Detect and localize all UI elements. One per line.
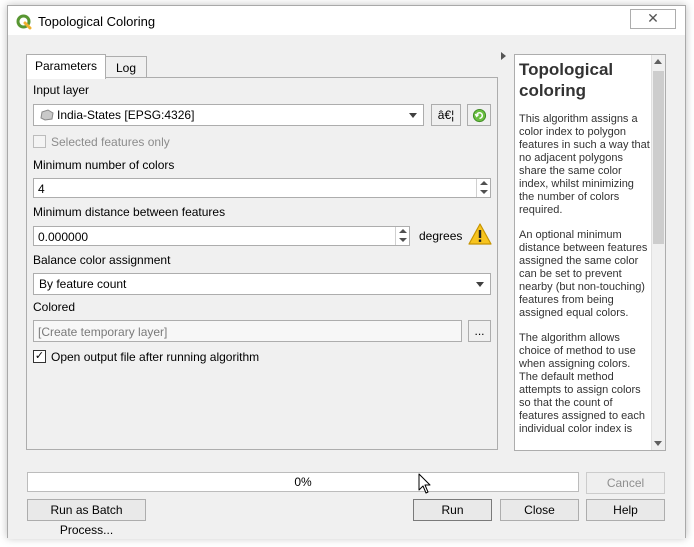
open-output-checkbox[interactable]: ✓ [33,350,46,363]
polygon-layer-icon [40,109,54,121]
title-bar[interactable]: Topological Coloring ✕ [8,6,685,35]
check-icon: ✓ [34,350,45,362]
dialog-client-area: Parameters Log Input layer India-States … [8,35,685,539]
open-output-label: Open output file after running algorithm [51,350,260,364]
collapse-help-icon[interactable] [501,52,506,60]
colored-label: Colored [33,300,76,314]
window-title: Topological Coloring [38,14,156,29]
close-button-label: Close [524,503,555,517]
balance-value: By feature count [39,277,127,291]
min-colors-spinbox[interactable]: 4 [33,178,491,198]
window-close-button[interactable]: ✕ [630,9,676,29]
help-button[interactable]: Help [586,499,665,521]
balance-combo[interactable]: By feature count [33,273,491,295]
spin-up-icon [480,181,488,185]
help-title: Topological coloring [519,60,614,100]
help-paragraph: The algorithm allows choice of method to… [519,332,645,435]
min-distance-label: Minimum distance between features [33,205,226,219]
cancel-button[interactable]: Cancel [586,472,665,494]
cancel-button-label: Cancel [606,476,645,490]
iterate-icon [472,108,487,123]
help-panel: Topological coloring This algorithm assi… [514,54,666,451]
min-colors-value: 4 [38,182,45,196]
colored-browse-button[interactable]: ... [468,320,491,342]
run-as-batch-button[interactable]: Run as Batch Process... [27,499,146,537]
iterate-over-features-button[interactable] [467,104,491,126]
close-button[interactable]: Close [500,499,579,521]
selected-features-label: Selected features only [51,135,170,149]
colored-output-placeholder: [Create temporary layer] [38,325,168,339]
tab-log-label: Log [115,61,137,75]
spin-down-icon [480,190,488,194]
tab-parameters[interactable]: Parameters [26,54,106,79]
help-body: This algorithm assigns a color index to … [519,113,651,448]
mouse-cursor-icon [418,473,431,494]
help-paragraph: This algorithm assigns a color index to … [519,113,650,216]
help-scrollbar[interactable] [651,55,665,450]
input-layer-label: Input layer [33,83,90,97]
input-layer-options-label: â€¦ [437,108,455,122]
distance-unit-label: degrees [419,229,463,243]
scroll-up-icon[interactable] [654,59,662,64]
min-colors-label: Minimum number of colors [33,158,175,172]
run-button-label: Run [441,503,464,517]
tab-parameters-label: Parameters [34,59,98,73]
dialog-window: Topological Coloring ✕ Parameters Log In… [7,5,686,539]
progress-text: 0% [294,475,312,489]
spin-up-icon [399,229,407,233]
min-distance-spinbox[interactable]: 0.000000 [33,226,410,246]
input-layer-value: India-States [EPSG:4326] [57,108,195,122]
min-distance-stepper[interactable] [395,227,409,245]
progress-bar: 0% [27,472,579,492]
min-colors-stepper[interactable] [476,179,490,197]
balance-label: Balance color assignment [33,253,171,267]
colored-output-input[interactable]: [Create temporary layer] [33,320,462,342]
chevron-down-icon [476,282,484,287]
browse-label: ... [474,324,485,338]
run-as-batch-label: Run as Batch Process... [50,503,123,537]
selected-features-checkbox[interactable] [33,135,46,148]
help-paragraph: An optional minimum distance between fea… [519,229,648,319]
close-icon: ✕ [647,10,659,26]
input-layer-combo[interactable]: India-States [EPSG:4326] [33,104,424,126]
tab-log[interactable]: Log [105,56,147,79]
scroll-down-icon[interactable] [654,441,662,446]
min-distance-value: 0.000000 [38,230,89,244]
qgis-logo-icon [16,14,32,30]
spin-down-icon [399,238,407,242]
input-layer-options-button[interactable]: â€¦ [431,104,461,126]
help-scroll-thumb[interactable] [653,71,664,244]
chevron-down-icon [409,113,417,118]
help-button-label: Help [613,503,638,517]
run-button[interactable]: Run [413,499,492,521]
parameters-panel: Input layer India-States [EPSG:4326] â€¦ [26,77,498,450]
warning-icon [468,223,492,245]
